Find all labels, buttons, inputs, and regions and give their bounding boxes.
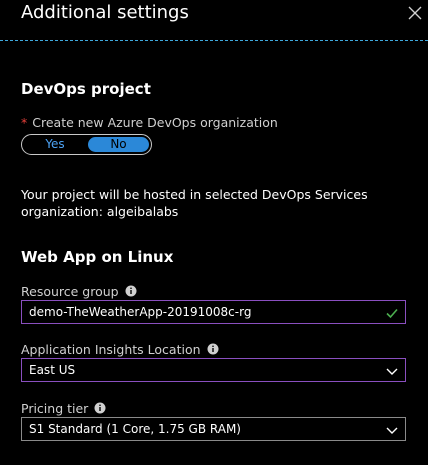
toggle-no-option[interactable]: No xyxy=(88,137,149,152)
close-button[interactable] xyxy=(404,2,426,24)
create-org-toggle[interactable]: Yes No xyxy=(21,134,152,155)
insights-location-value: East US xyxy=(29,363,76,377)
pricing-tier-value: S1 Standard (1 Core, 1.75 GB RAM) xyxy=(29,422,241,436)
blade-title: Additional settings xyxy=(21,2,189,23)
required-marker: * xyxy=(21,115,28,130)
devops-section-title: DevOps project xyxy=(21,80,151,98)
checkmark-icon xyxy=(386,308,398,319)
pricing-tier-label: Pricing tier xyxy=(21,401,106,416)
pricing-tier-select[interactable]: S1 Standard (1 Core, 1.75 GB RAM) xyxy=(21,417,406,441)
webapp-section-title: Web App on Linux xyxy=(21,248,174,266)
chevron-down-icon xyxy=(386,368,398,375)
pricing-tier-label-text: Pricing tier xyxy=(21,401,89,416)
hosting-info-text: Your project will be hosted in selected … xyxy=(21,187,368,219)
info-icon[interactable] xyxy=(125,285,137,297)
resource-group-input[interactable]: demo-TheWeatherApp-20191008c-rg xyxy=(21,300,406,324)
chevron-down-icon xyxy=(386,427,398,434)
blade-header: Additional settings xyxy=(0,0,428,40)
info-icon[interactable] xyxy=(207,343,219,355)
insights-location-label-text: Application Insights Location xyxy=(21,342,201,357)
insights-location-label: Application Insights Location xyxy=(21,342,219,357)
header-divider xyxy=(0,40,428,41)
insights-location-select[interactable]: East US xyxy=(21,358,406,382)
info-icon[interactable] xyxy=(94,402,106,414)
close-icon xyxy=(408,6,422,20)
resource-group-label-text: Resource group xyxy=(21,284,119,299)
resource-group-label: Resource group xyxy=(21,284,137,299)
create-org-label: * Create new Azure DevOps organization xyxy=(21,115,278,130)
toggle-yes-option[interactable]: Yes xyxy=(26,137,84,152)
resource-group-value: demo-TheWeatherApp-20191008c-rg xyxy=(29,305,252,319)
create-org-label-text: Create new Azure DevOps organization xyxy=(32,115,278,130)
